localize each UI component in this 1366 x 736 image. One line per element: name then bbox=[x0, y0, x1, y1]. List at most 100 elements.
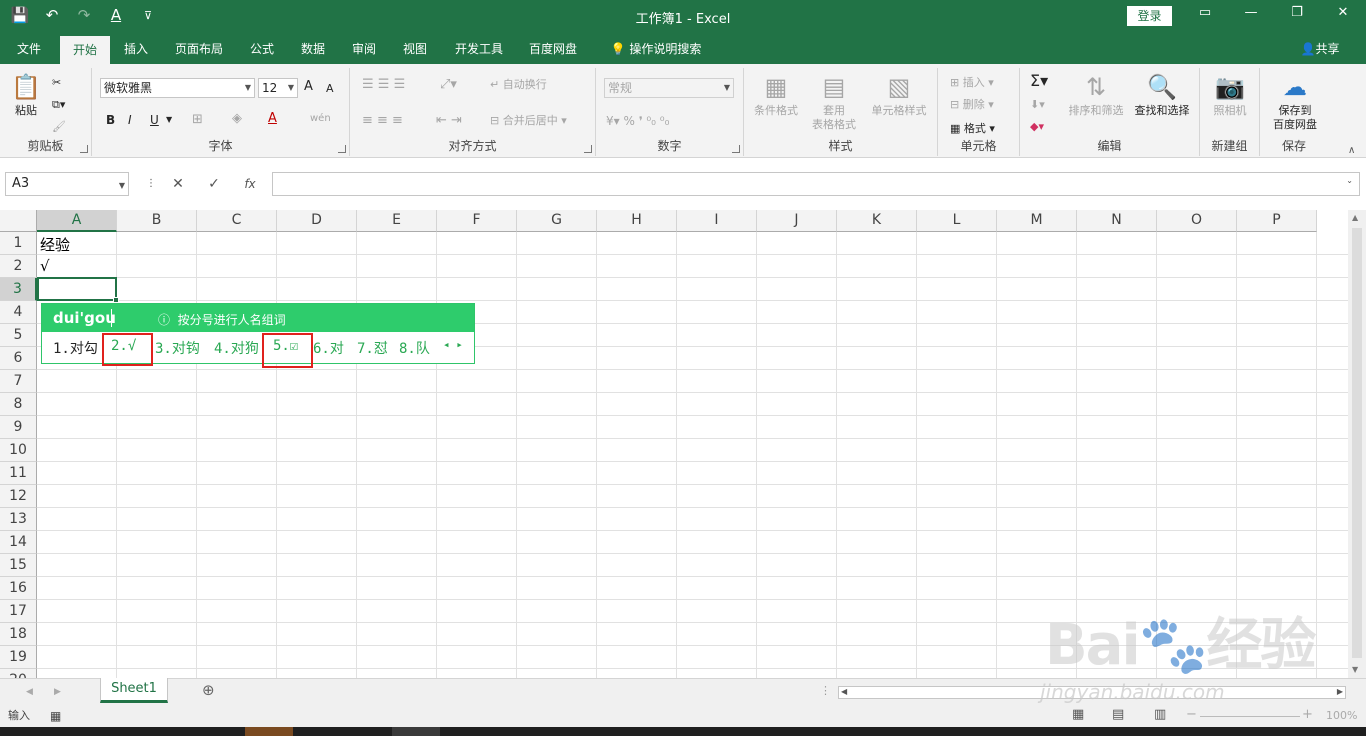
font-color-icon[interactable]: A bbox=[104, 6, 128, 24]
scroll-down-icon[interactable]: ▼ bbox=[1352, 665, 1358, 674]
add-sheet-icon[interactable]: ⊕ bbox=[202, 681, 215, 699]
column-header-O[interactable]: O bbox=[1157, 210, 1237, 232]
column-header-E[interactable]: E bbox=[357, 210, 437, 232]
tab-data[interactable]: 数据 bbox=[294, 34, 332, 64]
row-header-14[interactable]: 14 bbox=[0, 531, 37, 554]
column-header-F[interactable]: F bbox=[437, 210, 517, 232]
page-break-view-icon[interactable]: ▥ bbox=[1154, 706, 1166, 724]
font-name-box[interactable]: 微软雅黑 ▼ bbox=[100, 78, 255, 98]
font-size-box[interactable]: 12 ▼ bbox=[258, 78, 298, 98]
zoom-in-button[interactable]: + bbox=[1302, 706, 1313, 724]
enter-icon[interactable]: ✓ bbox=[202, 172, 226, 196]
tab-baidu-netdisk[interactable]: 百度网盘 bbox=[522, 34, 584, 64]
ribbon-display-icon[interactable]: ▭ bbox=[1190, 5, 1220, 20]
column-header-G[interactable]: G bbox=[517, 210, 597, 232]
row-header-1[interactable]: 1 bbox=[0, 232, 37, 255]
macro-record-icon[interactable]: ▦ bbox=[50, 707, 61, 725]
zoom-out-button[interactable]: − bbox=[1186, 706, 1197, 724]
vertical-scrollbar[interactable]: ▲ ▼ bbox=[1348, 210, 1366, 678]
copy-icon[interactable]: ⧉▾ bbox=[52, 96, 65, 114]
cut-icon[interactable]: ✂ bbox=[52, 74, 61, 92]
vertical-scroll-thumb[interactable] bbox=[1352, 228, 1362, 658]
zoom-level[interactable]: 100% bbox=[1326, 707, 1357, 725]
selected-cell-A3[interactable] bbox=[37, 277, 119, 303]
merge-center-button[interactable]: ⊟ 合并后居中 ▾ bbox=[490, 112, 567, 130]
column-header-L[interactable]: L bbox=[917, 210, 997, 232]
chevron-down-icon[interactable]: ▼ bbox=[166, 111, 172, 129]
row-header-10[interactable]: 10 bbox=[0, 439, 37, 462]
alignment-launcher[interactable] bbox=[584, 145, 592, 153]
taskbar-app-icon[interactable] bbox=[245, 727, 293, 736]
underline-button[interactable]: U bbox=[150, 111, 159, 129]
restore-icon[interactable]: ❐ bbox=[1282, 5, 1312, 20]
undo-icon[interactable]: ↶ bbox=[40, 6, 64, 24]
share-button[interactable]: 👤共享 bbox=[1294, 34, 1346, 64]
minimize-icon[interactable]: — bbox=[1236, 5, 1266, 20]
currency-icon[interactable]: ¥▾ % ❜ ⁰₀ ⁰₀ bbox=[606, 112, 669, 130]
border-icon[interactable]: ⊞ bbox=[192, 111, 203, 129]
align-top-icon[interactable]: ☰ ☰ ☰ bbox=[362, 76, 405, 94]
tab-formulas[interactable]: 公式 bbox=[243, 34, 281, 64]
phonetic-button[interactable]: wén bbox=[310, 110, 331, 128]
tell-me-search[interactable]: 💡 操作说明搜索 bbox=[604, 34, 708, 64]
insert-function-icon[interactable]: fx bbox=[238, 172, 262, 196]
row-header-18[interactable]: 18 bbox=[0, 623, 37, 646]
candidate-4[interactable]: 4.对狗 bbox=[214, 338, 259, 358]
column-header-J[interactable]: J bbox=[757, 210, 837, 232]
row-header-8[interactable]: 8 bbox=[0, 393, 37, 416]
column-header-K[interactable]: K bbox=[837, 210, 917, 232]
delete-cells-button[interactable]: ⊟ 删除 ▾ bbox=[950, 96, 994, 114]
tab-review[interactable]: 审阅 bbox=[345, 34, 383, 64]
format-table-button[interactable]: ▤ 套用 表格格式 bbox=[806, 72, 862, 132]
orientation-icon[interactable]: ⤢▾ bbox=[440, 76, 457, 94]
prev-sheet-icon[interactable]: ◀ bbox=[26, 683, 33, 701]
page-nav-icon[interactable]: ◂ ▸ bbox=[443, 338, 463, 351]
page-layout-view-icon[interactable]: ▤ bbox=[1112, 706, 1124, 724]
shrink-font-button[interactable]: A bbox=[326, 80, 334, 98]
cancel-icon[interactable]: ✕ bbox=[166, 172, 190, 196]
insert-cells-button[interactable]: ⊞ 插入 ▾ bbox=[950, 74, 994, 92]
italic-button[interactable]: I bbox=[128, 111, 132, 129]
save-to-netdisk-button[interactable]: ☁ 保存到 百度网盘 bbox=[1264, 72, 1326, 132]
row-header-2[interactable]: 2 bbox=[0, 255, 37, 278]
align-left-icon[interactable]: ≡ ≡ ≡ bbox=[362, 112, 403, 130]
candidate-3[interactable]: 3.对钩 bbox=[155, 338, 200, 358]
font-color-icon[interactable]: A bbox=[268, 110, 277, 128]
camera-button[interactable]: 📷 照相机 bbox=[1206, 72, 1254, 118]
row-header-4[interactable]: 4 bbox=[0, 301, 37, 324]
candidate-8[interactable]: 8.队 bbox=[399, 338, 430, 358]
tab-file[interactable]: 文件 bbox=[6, 34, 52, 64]
next-sheet-icon[interactable]: ▶ bbox=[54, 683, 61, 701]
indent-icon[interactable]: ⇤ ⇥ bbox=[436, 112, 462, 130]
row-header-15[interactable]: 15 bbox=[0, 554, 37, 577]
autosum-icon[interactable]: Σ▾ bbox=[1030, 72, 1048, 90]
wrap-text-button[interactable]: ↵ 自动换行 bbox=[490, 76, 547, 94]
column-header-M[interactable]: M bbox=[997, 210, 1077, 232]
format-painter-icon[interactable]: 🖌 bbox=[52, 118, 66, 136]
format-cells-button[interactable]: ▦ 格式 ▾ bbox=[950, 120, 995, 138]
taskbar-app-icon[interactable] bbox=[392, 727, 440, 736]
conditional-format-button[interactable]: ▦ 条件格式 bbox=[750, 72, 802, 118]
row-header-20[interactable]: 20 bbox=[0, 669, 37, 678]
paste-button[interactable]: 📋 粘贴 bbox=[8, 72, 44, 118]
candidate-1[interactable]: 1.对勾 bbox=[53, 338, 98, 358]
tab-view[interactable]: 视图 bbox=[396, 34, 434, 64]
number-launcher[interactable] bbox=[732, 145, 740, 153]
splitter-icon[interactable]: ⋮ bbox=[820, 682, 831, 700]
tab-developer[interactable]: 开发工具 bbox=[448, 34, 510, 64]
number-format-box[interactable]: 常规 ▼ bbox=[604, 78, 734, 98]
scroll-up-icon[interactable]: ▲ bbox=[1352, 213, 1358, 222]
row-header-17[interactable]: 17 bbox=[0, 600, 37, 623]
row-header-3[interactable]: 3 bbox=[0, 278, 37, 301]
row-header-16[interactable]: 16 bbox=[0, 577, 37, 600]
normal-view-icon[interactable]: ▦ bbox=[1072, 706, 1084, 724]
login-button[interactable]: 登录 bbox=[1127, 6, 1172, 26]
close-icon[interactable]: ✕ bbox=[1328, 5, 1358, 20]
zoom-slider[interactable] bbox=[1200, 716, 1300, 717]
row-header-7[interactable]: 7 bbox=[0, 370, 37, 393]
cell-styles-button[interactable]: ▧ 单元格样式 bbox=[866, 72, 932, 118]
font-launcher[interactable] bbox=[338, 145, 346, 153]
column-header-B[interactable]: B bbox=[117, 210, 197, 232]
row-header-9[interactable]: 9 bbox=[0, 416, 37, 439]
sort-filter-button[interactable]: ⇅ 排序和筛选 bbox=[1064, 72, 1128, 118]
